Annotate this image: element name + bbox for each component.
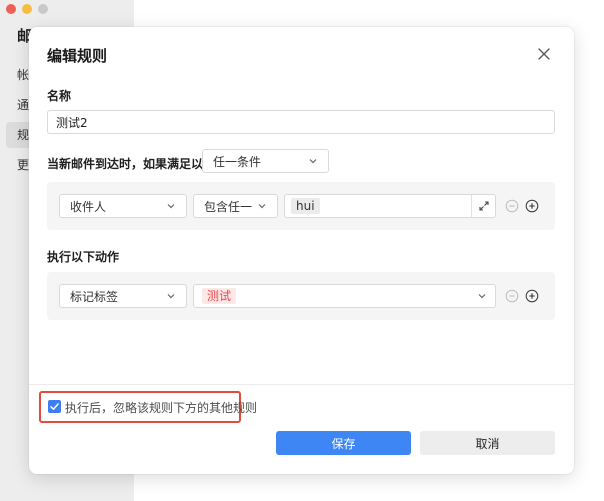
chevron-down-icon [167,204,175,209]
condition-operator-select[interactable]: 包含任一 [193,194,278,218]
rule-name-input[interactable] [47,110,555,134]
cancel-button[interactable]: 取消 [420,431,555,455]
zoom-window-button[interactable] [38,4,48,14]
save-button[interactable]: 保存 [276,431,411,455]
add-condition-button[interactable] [525,199,539,213]
add-action-button[interactable] [525,289,539,303]
remove-action-button[interactable] [505,289,519,303]
condition-match-value: 任一条件 [213,154,262,169]
remove-condition-button[interactable] [505,199,519,213]
minus-circle-icon [505,199,519,213]
actions-label: 执行以下动作 [47,250,120,264]
window-controls [6,4,48,14]
name-label: 名称 [47,89,72,103]
actions-panel: 标记标签 测试 [47,272,555,320]
chevron-down-icon [478,294,486,299]
condition-value-input[interactable]: hui [284,194,496,218]
expand-icon [478,201,489,211]
stop-processing-checkbox[interactable] [48,400,61,413]
close-dialog-button[interactable] [536,46,552,62]
close-window-button[interactable] [6,4,16,14]
checkmark-icon [50,403,59,410]
plus-circle-icon [525,199,539,213]
condition-field-value: 收件人 [70,199,107,214]
close-icon [538,48,550,60]
label-tag[interactable]: 测试 [202,288,237,304]
chevron-down-icon [258,204,266,209]
footer-divider [29,384,574,385]
plus-circle-icon [525,289,539,303]
condition-label: 当新邮件到达时，如果满足以下 [47,157,216,171]
expand-button[interactable] [471,195,495,217]
minus-circle-icon [505,289,519,303]
conditions-panel: 收件人 包含任一 hui [47,182,555,230]
value-tag[interactable]: hui [291,198,320,214]
action-type-select[interactable]: 标记标签 [59,284,187,308]
action-type-value: 标记标签 [70,289,119,304]
condition-operator-value: 包含任一 [204,199,253,214]
edit-rule-dialog: 编辑规则 名称 当新邮件到达时，如果满足以下 任一条件 收件人 包含任一 hui [29,27,574,474]
minimize-window-button[interactable] [22,4,32,14]
dialog-title: 编辑规则 [47,47,108,65]
condition-match-select[interactable]: 任一条件 [202,149,329,173]
action-tag-select[interactable]: 测试 [193,284,496,308]
stop-processing-label: 执行后，忽略该规则下方的其他规则 [65,401,258,415]
chevron-down-icon [309,159,317,164]
condition-field-select[interactable]: 收件人 [59,194,187,218]
chevron-down-icon [167,294,175,299]
